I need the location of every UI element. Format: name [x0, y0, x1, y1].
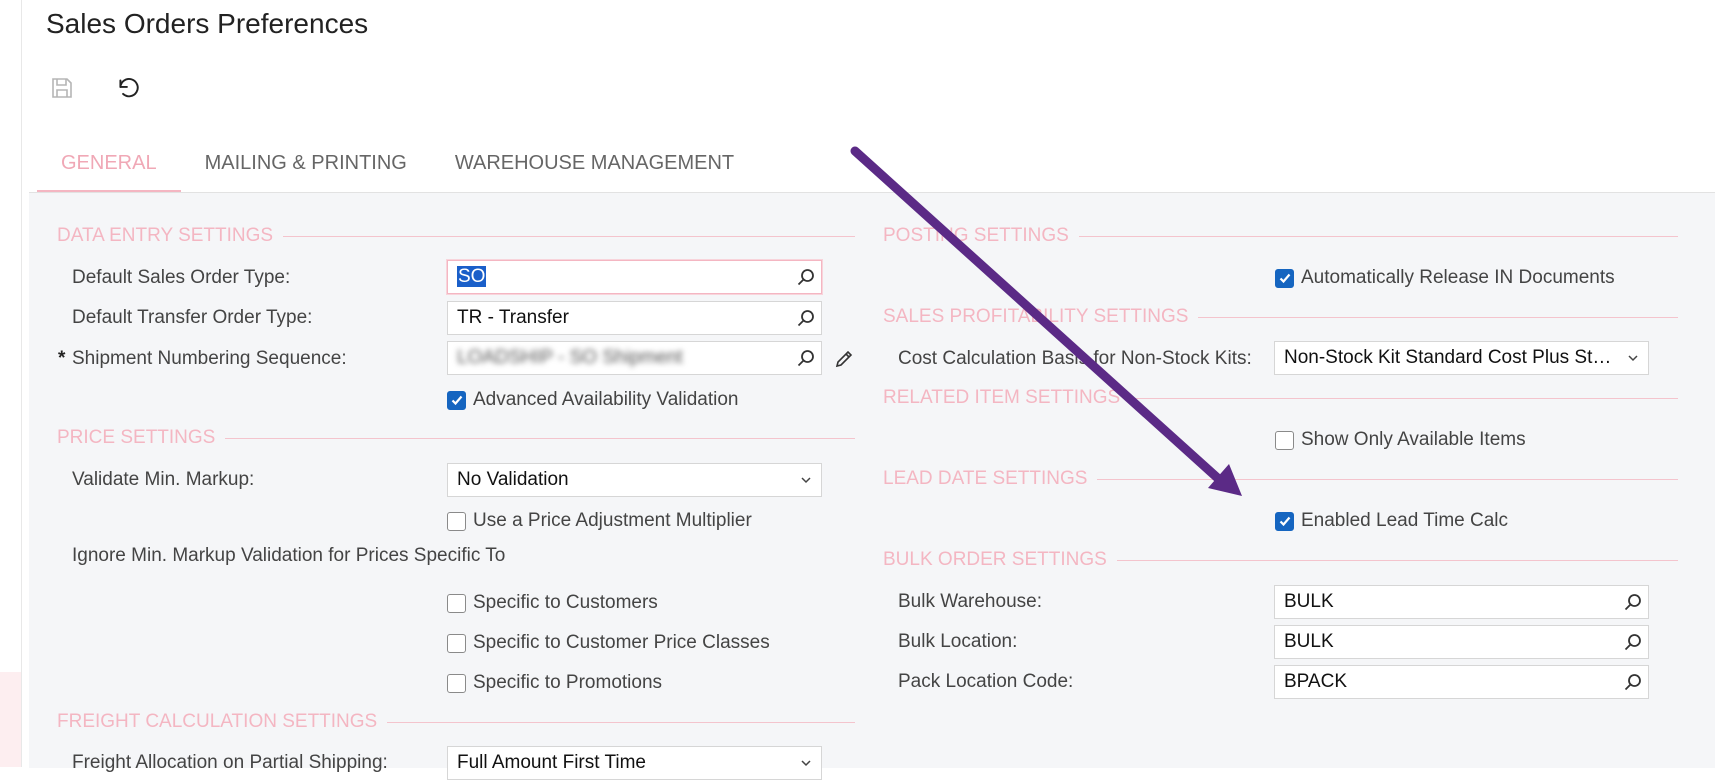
freight-allocation-value: Full Amount First Time [457, 752, 646, 773]
tab-bar: GENERAL MAILING & PRINTING WAREHOUSE MAN… [37, 140, 758, 193]
freight-calculation-settings-title: FREIGHT CALCULATION SETTINGS [57, 711, 378, 732]
shipment-numbering-sequence-field[interactable]: LOADSHIP - SO Shipment [447, 341, 822, 375]
bulk-location-field[interactable]: BULK [1274, 625, 1649, 659]
tab-general[interactable]: GENERAL [37, 140, 181, 193]
bulk-warehouse-label: Bulk Warehouse: [898, 591, 1042, 612]
search-icon[interactable] [791, 261, 821, 293]
shipment-numbering-sequence-label: * Shipment Numbering Sequence: [58, 348, 347, 369]
tab-mailing-printing[interactable]: MAILING & PRINTING [181, 140, 431, 190]
related-item-settings-header: RELATED ITEM SETTINGS [883, 387, 1678, 409]
ignore-min-markup-label: Ignore Min. Markup Validation for Prices… [72, 545, 506, 566]
cost-calculation-basis-value: Non-Stock Kit Standard Cost Plus Stock C… [1284, 347, 1618, 368]
shipment-numbering-sequence-value: LOADSHIP - SO Shipment [457, 347, 683, 368]
price-settings-header: PRICE SETTINGS [57, 427, 855, 449]
advanced-availability-validation-checkbox[interactable]: Advanced Availability Validation [447, 389, 738, 411]
pack-location-code-value: BPACK [1284, 671, 1348, 692]
bulk-location-label: Bulk Location: [898, 631, 1018, 652]
general-tab-content: DATA ENTRY SETTINGS Default Sales Order … [29, 192, 1715, 780]
chevron-down-icon[interactable] [791, 464, 821, 496]
checkbox-checked-icon [1275, 511, 1294, 531]
sales-profitability-settings-header: SALES PROFITABILITY SETTINGS [883, 306, 1678, 328]
enabled-lead-time-calc-label: Enabled Lead Time Calc [1301, 510, 1509, 531]
specific-to-promotions-checkbox[interactable]: Specific to Promotions [447, 672, 662, 694]
posting-settings-title: POSTING SETTINGS [883, 225, 1069, 246]
price-settings-title: PRICE SETTINGS [57, 427, 216, 448]
price-adjustment-multiplier-label: Use a Price Adjustment Multiplier [473, 510, 752, 531]
checkbox-unchecked-icon [447, 511, 466, 531]
cost-calculation-basis-label: Cost Calculation Basis for Non-Stock Kit… [898, 348, 1252, 369]
related-item-settings-title: RELATED ITEM SETTINGS [883, 387, 1121, 408]
search-icon[interactable] [1618, 626, 1648, 658]
default-transfer-order-type-value: TR - Transfer [457, 307, 569, 328]
sales-profitability-settings-title: SALES PROFITABILITY SETTINGS [883, 306, 1189, 327]
specific-to-customers-label: Specific to Customers [473, 592, 658, 613]
data-entry-settings-title: DATA ENTRY SETTINGS [57, 225, 274, 246]
search-icon[interactable] [1618, 666, 1648, 698]
bulk-location-value: BULK [1284, 631, 1334, 652]
tab-warehouse-management[interactable]: WAREHOUSE MANAGEMENT [431, 140, 758, 190]
left-rail-marker [0, 672, 21, 767]
chevron-down-icon[interactable] [791, 747, 821, 779]
show-only-available-items-checkbox[interactable]: Show Only Available Items [1275, 429, 1526, 451]
checkbox-unchecked-icon [447, 593, 466, 613]
specific-to-customer-price-classes-label: Specific to Customer Price Classes [473, 632, 770, 653]
left-rail [0, 0, 22, 767]
required-marker: * [58, 348, 66, 369]
lead-date-settings-title: LEAD DATE SETTINGS [883, 468, 1088, 489]
default-sales-order-type-value: SO [457, 266, 487, 287]
price-adjustment-multiplier-checkbox[interactable]: Use a Price Adjustment Multiplier [447, 510, 752, 532]
default-transfer-order-type-label: Default Transfer Order Type: [72, 307, 313, 328]
checkbox-unchecked-icon [447, 673, 466, 693]
save-button[interactable] [46, 74, 78, 106]
search-icon[interactable] [791, 342, 821, 374]
specific-to-customers-checkbox[interactable]: Specific to Customers [447, 592, 658, 614]
show-only-available-items-label: Show Only Available Items [1301, 429, 1526, 450]
checkbox-unchecked-icon [1275, 430, 1294, 450]
default-sales-order-type-field[interactable]: SO [447, 260, 822, 294]
freight-calculation-settings-header: FREIGHT CALCULATION SETTINGS [57, 711, 855, 733]
auto-release-in-documents-label: Automatically Release IN Documents [1301, 267, 1615, 288]
specific-to-customer-price-classes-checkbox[interactable]: Specific to Customer Price Classes [447, 632, 770, 654]
validate-min-markup-label: Validate Min. Markup: [72, 469, 255, 490]
undo-icon [115, 75, 141, 106]
lead-date-settings-header: LEAD DATE SETTINGS [883, 468, 1678, 490]
freight-allocation-label: Freight Allocation on Partial Shipping: [72, 752, 388, 773]
save-icon [50, 76, 74, 105]
default-transfer-order-type-field[interactable]: TR - Transfer [447, 301, 822, 335]
undo-button[interactable] [112, 74, 144, 106]
checkbox-unchecked-icon [447, 633, 466, 653]
search-icon[interactable] [791, 302, 821, 334]
default-sales-order-type-label: Default Sales Order Type: [72, 267, 291, 288]
search-icon[interactable] [1618, 586, 1648, 618]
edit-pencil-icon[interactable] [833, 348, 855, 375]
validate-min-markup-value: No Validation [457, 469, 569, 490]
specific-to-promotions-label: Specific to Promotions [473, 672, 663, 693]
bulk-warehouse-value: BULK [1284, 591, 1334, 612]
checkbox-checked-icon [1275, 268, 1294, 288]
validate-min-markup-select[interactable]: No Validation [447, 463, 822, 497]
data-entry-settings-header: DATA ENTRY SETTINGS [57, 225, 855, 247]
posting-settings-header: POSTING SETTINGS [883, 225, 1678, 247]
advanced-availability-validation-label: Advanced Availability Validation [473, 389, 739, 410]
pack-location-code-field[interactable]: BPACK [1274, 665, 1649, 699]
bulk-warehouse-field[interactable]: BULK [1274, 585, 1649, 619]
freight-allocation-select[interactable]: Full Amount First Time [447, 746, 822, 780]
pack-location-code-label: Pack Location Code: [898, 671, 1074, 692]
chevron-down-icon[interactable] [1618, 342, 1648, 374]
bulk-order-settings-title: BULK ORDER SETTINGS [883, 549, 1107, 570]
page-title: Sales Orders Preferences [46, 8, 369, 39]
bulk-order-settings-header: BULK ORDER SETTINGS [883, 549, 1678, 571]
cost-calculation-basis-select[interactable]: Non-Stock Kit Standard Cost Plus Stock C… [1274, 341, 1649, 375]
auto-release-in-documents-checkbox[interactable]: Automatically Release IN Documents [1275, 267, 1615, 289]
enabled-lead-time-calc-checkbox[interactable]: Enabled Lead Time Calc [1275, 510, 1508, 532]
checkbox-checked-icon [447, 390, 466, 410]
